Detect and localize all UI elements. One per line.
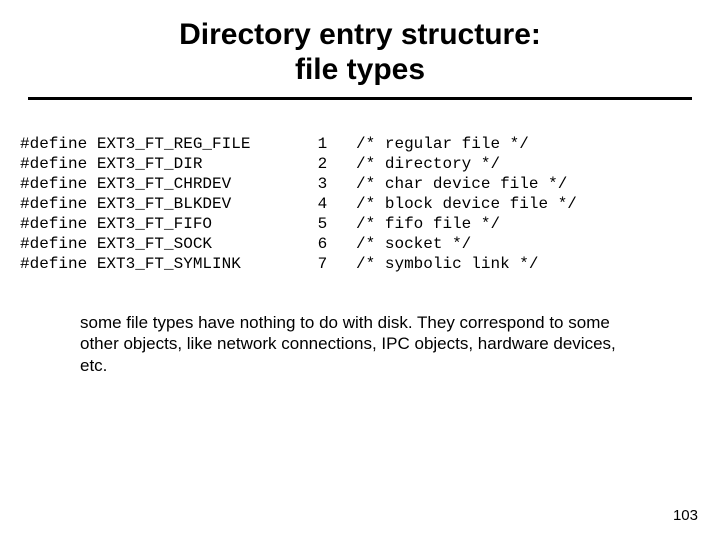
title-line-2: file types — [0, 53, 720, 88]
page-number: 103 — [673, 507, 698, 524]
note-text: some file types have nothing to do with … — [80, 312, 640, 376]
slide: Directory entry structure: file types #d… — [0, 0, 720, 540]
title-line-1: Directory entry structure: — [0, 18, 720, 53]
code-block: #define EXT3_FT_REG_FILE 1 /* regular fi… — [20, 134, 720, 274]
title-block: Directory entry structure: file types — [0, 0, 720, 87]
title-divider — [28, 97, 692, 100]
